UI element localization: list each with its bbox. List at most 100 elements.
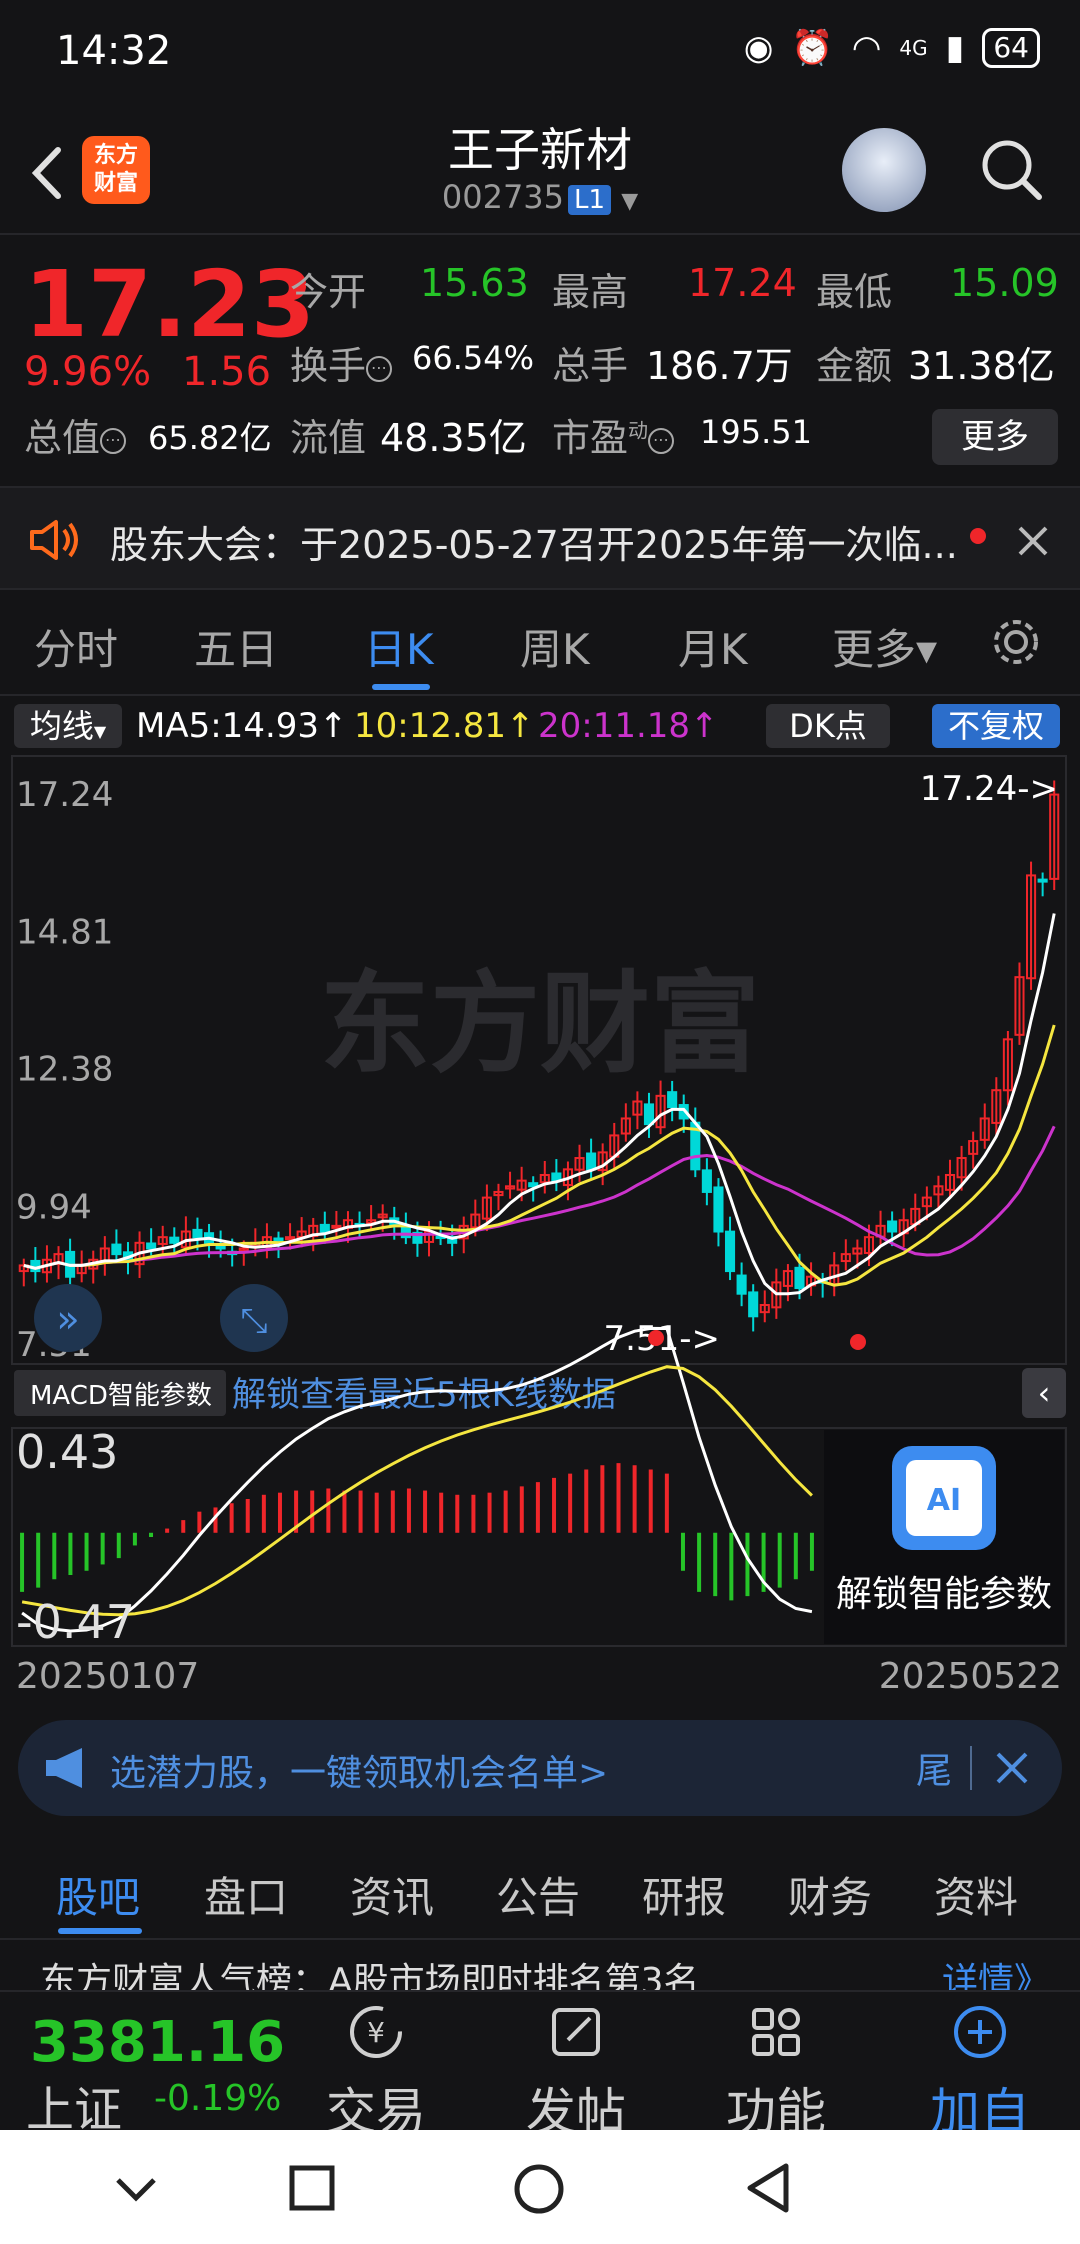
open-value: 15.63: [420, 261, 529, 305]
tab-daily-k[interactable]: 日K: [364, 616, 434, 677]
macd-unlock-link[interactable]: 解锁查看最近5根K线数据: [232, 1375, 616, 1415]
pe-sup: 动: [628, 418, 649, 443]
info-icon[interactable]: ⋯: [100, 427, 127, 454]
close-icon[interactable]: [992, 1748, 1032, 1788]
y-tick-label: 14.81: [16, 912, 113, 952]
info-icon[interactable]: ⋯: [366, 355, 393, 382]
candle-body: [169, 1236, 180, 1244]
status-icons: ◉ ⏰ ◠ 4G ▮ 64: [744, 28, 1040, 68]
change-amount: 1.56: [182, 349, 272, 395]
total-cap-label: 总值 ⋯: [24, 407, 127, 462]
dk-point-toggle[interactable]: DK点: [766, 704, 890, 748]
active-tab-indicator: [58, 1928, 142, 1934]
rank-detail-link[interactable]: 详情》: [942, 1952, 1050, 1992]
candle-body: [586, 1152, 597, 1171]
trade-button[interactable]: ¥ 交易: [306, 2000, 446, 2144]
candle-body: [111, 1243, 122, 1256]
last-price: 17.23: [24, 251, 316, 358]
macd-bottom-tick: -0.47: [16, 1595, 135, 1649]
tab-guba[interactable]: 股吧: [56, 1864, 140, 1925]
tab-five-day[interactable]: 五日: [194, 616, 278, 677]
tab-monthly-k[interactable]: 月K: [678, 616, 748, 677]
active-tab-indicator: [372, 684, 430, 690]
kline-chart[interactable]: 东方财富 17.2414.8112.389.947.51 17.24-> 7.5…: [0, 752, 1080, 1757]
promo-tail: 尾: [916, 1751, 953, 1792]
wifi-icon: ◠: [851, 28, 882, 68]
candle-body: [713, 1186, 724, 1233]
ma5-value: MA5:14.93↑: [136, 706, 348, 746]
tab-more[interactable]: 更多▾: [832, 616, 937, 677]
nav-down-icon[interactable]: [112, 2168, 160, 2208]
tab-intraday[interactable]: 分时: [34, 616, 118, 677]
ma10-value: 10:12.81↑: [354, 706, 535, 746]
fullscreen-icon: ⤡: [240, 1301, 267, 1341]
tab-news[interactable]: 资讯: [350, 1864, 434, 1925]
ma20-line: [23, 1125, 1056, 1270]
x-end-label: 20250522: [879, 1656, 1062, 1697]
notice-bar[interactable]: 股东大会：于2025-05-27召开2025年第一次临...: [0, 486, 1080, 590]
nav-home-icon[interactable]: [512, 2162, 566, 2216]
level-badge: L1: [568, 185, 612, 215]
promo-banner[interactable]: 选潜力股，一键领取机会名单> 尾: [18, 1720, 1062, 1816]
popularity-rank-row[interactable]: 东方财富人气榜：A股市场即时排名第3名 详情》: [40, 1952, 1050, 1992]
plus-circle-icon: [954, 2006, 1006, 2058]
assistant-robot-icon[interactable]: [842, 128, 926, 212]
ma-legend-bar: 均线▼ MA5:14.93↑ 10:12.81↑ 20:11.18↑ DK点 不…: [0, 696, 1080, 752]
volume-value: 186.7万: [646, 344, 793, 388]
amount-value: 31.38亿: [908, 344, 1055, 388]
eye-icon: ◉: [743, 28, 774, 68]
info-tabs: 股吧 盘口 资讯 公告 研报 财务 资料: [0, 1840, 1080, 1940]
candle-body: [331, 1224, 342, 1229]
adjust-toggle[interactable]: 不复权: [932, 704, 1060, 748]
low-label: 最低: [816, 270, 893, 314]
candle-body: [285, 1236, 296, 1241]
unread-dot: [970, 528, 986, 544]
tab-profile[interactable]: 资料: [934, 1864, 1018, 1925]
candle-body: [192, 1228, 203, 1239]
turnover-label-text: 换手: [290, 344, 367, 388]
more-button[interactable]: 更多: [932, 409, 1058, 465]
functions-button[interactable]: 功能: [706, 2000, 846, 2144]
candle-body: [701, 1169, 712, 1193]
index-value[interactable]: 3381.16: [30, 2010, 285, 2075]
high-marker: 17.24->: [920, 769, 1058, 809]
tab-announcements[interactable]: 公告: [496, 1864, 580, 1925]
status-bar: 14:32 ◉ ⏰ ◠ 4G ▮ 64: [0, 0, 1080, 100]
gear-icon[interactable]: [988, 614, 1044, 670]
low-value: 15.09: [950, 261, 1059, 305]
ma-selector[interactable]: 均线▼: [14, 704, 122, 748]
total-cap-value: 65.82亿: [148, 419, 272, 457]
megaphone-icon: [46, 1748, 82, 1788]
float-cap-value: 48.35亿: [380, 416, 527, 460]
candle-body: [146, 1242, 157, 1250]
candle-body: [748, 1291, 759, 1318]
double-chevron-icon: »: [56, 1297, 79, 1341]
candle-body: [794, 1266, 805, 1290]
tab-finance[interactable]: 财务: [788, 1864, 872, 1925]
tab-weekly-k[interactable]: 周K: [520, 616, 590, 677]
nav-back-icon[interactable]: [744, 2162, 792, 2214]
info-icon[interactable]: ⋯: [648, 427, 675, 454]
chevron-down-icon: ▼: [93, 722, 107, 741]
tab-pankou[interactable]: 盘口: [204, 1864, 288, 1925]
signal-icon: ▮: [945, 28, 965, 68]
candle-body: [528, 1182, 539, 1188]
y-tick-label: 9.94: [16, 1188, 92, 1228]
ma20-value: 20:11.18↑: [538, 706, 719, 746]
rank-text: 东方财富人气榜：A股市场即时排名第3名: [40, 1961, 700, 1992]
change-percent: 9.96%: [24, 349, 152, 395]
ma-selector-label: 均线: [29, 707, 94, 745]
promo-text: 选潜力股，一键领取机会名单>: [110, 1753, 609, 1794]
app-header: 东方 财富 王子新材 002735 L1 ▼: [0, 100, 1080, 235]
chevron-down-icon: ▼: [621, 189, 639, 214]
kline-period-tabs: 分时 五日 日K 周K 月K 更多▾: [0, 592, 1080, 696]
y-tick-label: 12.38: [16, 1050, 113, 1090]
nav-recents-icon[interactable]: [288, 2164, 336, 2212]
close-icon[interactable]: [1016, 524, 1050, 558]
turnover-label: 换手 ⋯: [290, 335, 393, 390]
post-button[interactable]: 发帖: [506, 2000, 646, 2144]
search-icon[interactable]: [976, 134, 1046, 204]
index-change: -0.19%: [154, 2078, 282, 2119]
macd-histogram: [20, 1463, 814, 1601]
tab-research[interactable]: 研报: [642, 1864, 726, 1925]
